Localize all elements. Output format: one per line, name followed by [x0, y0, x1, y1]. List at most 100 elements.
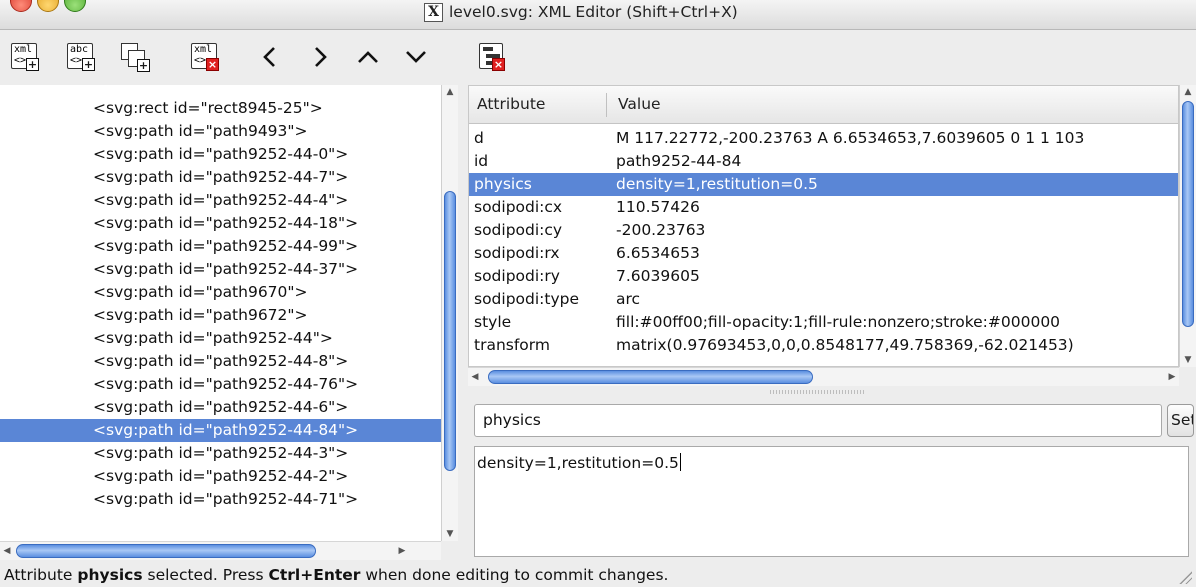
attribute-name: sodipodi:type	[474, 290, 580, 308]
indent-node-button[interactable]	[304, 41, 336, 73]
unindent-node-button[interactable]	[254, 41, 286, 73]
scroll-right-arrow-icon[interactable]: ▶	[1165, 368, 1179, 386]
attribute-value: -200.23763	[616, 221, 706, 239]
scroll-down-arrow-icon[interactable]: ▼	[1180, 353, 1196, 367]
scroll-left-arrow-icon[interactable]: ◀	[0, 542, 14, 560]
attribute-name: sodipodi:rx	[474, 244, 560, 262]
attribute-row[interactable]: style fill:#00ff00;fill-opacity:1;fill-ru…	[469, 311, 1178, 334]
tree-row[interactable]: <svg:path id="path9252-44-37">	[0, 258, 441, 281]
attribute-row[interactable]: sodipodi:cx 110.57426	[469, 196, 1178, 219]
title-bar: X level0.svg: XML Editor (Shift+Ctrl+X)	[0, 0, 1196, 30]
tree-row[interactable]: <svg:rect id="rect8945-25">	[0, 97, 441, 120]
tree-row[interactable]: <svg:path id="path9252-44-71">	[0, 488, 441, 511]
tree-vertical-scrollbar[interactable]: ▲ ▼	[441, 85, 458, 541]
tree-clipped-row: ⌐	[93, 85, 106, 89]
attribute-row[interactable]: sodipodi:cy -200.23763	[469, 219, 1178, 242]
tree-row[interactable]: <svg:path id="path9670">	[0, 281, 441, 304]
delete-node-button[interactable]: xml <> ×	[190, 41, 220, 71]
attribute-value: fill:#00ff00;fill-opacity:1;fill-rule:no…	[616, 313, 1061, 331]
duplicate-node-icon: +	[121, 43, 150, 72]
set-attribute-button[interactable]: Set	[1167, 404, 1194, 437]
scroll-right-arrow-icon[interactable]: ▶	[395, 542, 409, 560]
new-element-node-icon: xml <> +	[11, 43, 39, 71]
attribute-name: sodipodi:cx	[474, 198, 563, 216]
delete-attribute-button[interactable]: ×	[478, 41, 508, 71]
tree-row-selected[interactable]: <svg:path id="path9252-44-84">	[0, 419, 441, 442]
attribute-name: sodipodi:ry	[474, 267, 560, 285]
chevron-down-icon	[406, 51, 426, 63]
scroll-left-arrow-icon[interactable]: ◀	[468, 368, 482, 386]
new-text-node-icon: abc <> +	[67, 43, 95, 71]
attribute-row[interactable]: sodipodi:rx 6.6534653	[469, 242, 1178, 265]
tree-horizontal-scroll-thumb[interactable]	[16, 544, 316, 558]
tree-row[interactable]: <svg:path id="path9252-44-99">	[0, 235, 441, 258]
attribute-value: density=1,restitution=0.5	[616, 175, 818, 193]
attribute-vertical-scrollbar[interactable]: ▲ ▼	[1179, 85, 1196, 367]
attribute-value: 110.57426	[616, 198, 700, 216]
attribute-row-selected[interactable]: physics density=1,restitution=0.5	[469, 173, 1178, 196]
chevron-left-icon	[263, 47, 275, 67]
resize-grip-icon[interactable]	[1178, 570, 1192, 584]
status-bar: Attribute physics selected. Press Ctrl+E…	[4, 566, 669, 584]
tree-vertical-scroll-thumb[interactable]	[444, 190, 456, 471]
attribute-row[interactable]: sodipodi:type arc	[469, 288, 1178, 311]
attribute-name: sodipodi:cy	[474, 221, 563, 239]
pane-resize-grip[interactable]	[770, 390, 866, 394]
attribute-name: d	[474, 129, 484, 147]
delete-attribute-icon: ×	[479, 43, 505, 71]
scroll-up-arrow-icon[interactable]: ▲	[1180, 85, 1196, 99]
chevron-right-icon	[315, 47, 327, 67]
tree-row[interactable]: <svg:path id="path9252-44-6">	[0, 396, 441, 419]
tree-horizontal-scrollbar[interactable]: ◀ ▶	[0, 541, 441, 560]
scroll-down-arrow-icon[interactable]: ▼	[442, 527, 458, 541]
attribute-row[interactable]: id path9252-44-84	[469, 150, 1178, 173]
attribute-horizontal-scrollbar[interactable]: ◀ ▶	[468, 367, 1179, 386]
lower-node-button[interactable]	[400, 41, 432, 73]
attribute-value-textarea[interactable]: density=1,restitution=0.5	[474, 446, 1189, 557]
attribute-vertical-scroll-thumb[interactable]	[1182, 101, 1194, 327]
tree-row[interactable]: <svg:path id="path9252-44-7">	[0, 166, 441, 189]
attribute-horizontal-scroll-thumb[interactable]	[488, 370, 813, 384]
value-column-header[interactable]: Value	[618, 95, 661, 113]
window-title: level0.svg: XML Editor (Shift+Ctrl+X)	[449, 3, 738, 21]
attribute-name: physics	[474, 175, 532, 193]
raise-node-button[interactable]	[352, 41, 384, 73]
attribute-row[interactable]: transform matrix(0.97693453,0,0,0.8548177…	[469, 334, 1178, 357]
attribute-table-header: Attribute Value	[469, 86, 1178, 124]
duplicate-node-button[interactable]: +	[120, 41, 150, 72]
minimize-window-button[interactable]	[37, 0, 59, 12]
tree-row[interactable]: <svg:path id="path9252-44-4">	[0, 189, 441, 212]
chevron-up-icon	[358, 51, 378, 63]
attribute-value: path9252-44-84	[616, 152, 742, 170]
node-tree[interactable]: ⌐ <svg:rect id="rect8945-25"><svg:path i…	[0, 85, 441, 541]
attribute-name: style	[474, 313, 512, 331]
attribute-row[interactable]: d M 117.22772,-200.23763 A 6.6534653,7.60…	[469, 127, 1178, 150]
new-text-node-button[interactable]: abc <> +	[66, 41, 96, 71]
scroll-up-arrow-icon[interactable]: ▲	[442, 85, 458, 99]
attribute-row[interactable]: sodipodi:ry 7.6039605	[469, 265, 1178, 288]
new-element-node-button[interactable]: xml <> +	[10, 41, 40, 71]
tree-row[interactable]: <svg:path id="path9252-44-76">	[0, 373, 441, 396]
attribute-name: transform	[474, 336, 550, 354]
attribute-value: 6.6534653	[616, 244, 700, 262]
attribute-name-input[interactable]: physics	[474, 404, 1162, 437]
tree-row[interactable]: <svg:path id="path9252-44-8">	[0, 350, 441, 373]
attribute-table[interactable]: Attribute Value d M 117.22772,-200.23763 …	[468, 85, 1179, 367]
attribute-value: M 117.22772,-200.23763 A 6.6534653,7.603…	[616, 129, 1085, 147]
tree-row[interactable]: <svg:path id="path9252-44-0">	[0, 143, 441, 166]
x11-icon: X	[424, 3, 443, 22]
attribute-name: id	[474, 152, 489, 170]
close-window-button[interactable]	[10, 0, 32, 12]
attribute-value: matrix(0.97693453,0,0,0.8548177,49.75836…	[616, 336, 1074, 354]
tree-row[interactable]: <svg:path id="path9672">	[0, 304, 441, 327]
tree-row[interactable]: <svg:path id="path9252-44-3">	[0, 442, 441, 465]
tree-row[interactable]: <svg:path id="path9252-44">	[0, 327, 441, 350]
text-caret	[679, 453, 681, 471]
delete-node-icon: xml <> ×	[191, 43, 219, 71]
attribute-column-header[interactable]: Attribute	[477, 95, 545, 113]
tree-row[interactable]: <svg:path id="path9252-44-18">	[0, 212, 441, 235]
tree-row[interactable]: <svg:path id="path9493">	[0, 120, 441, 143]
attribute-value: 7.6039605	[616, 267, 700, 285]
tree-row[interactable]: <svg:path id="path9252-44-2">	[0, 465, 441, 488]
zoom-window-button[interactable]	[64, 0, 86, 12]
